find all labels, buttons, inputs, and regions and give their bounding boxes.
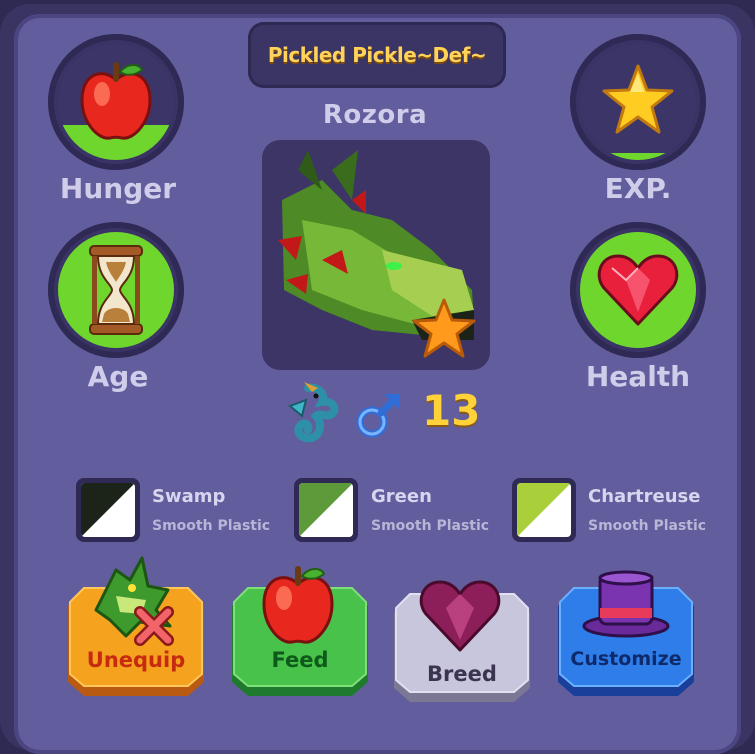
color-name-2: Green <box>371 486 432 507</box>
health-stat[interactable] <box>570 222 706 358</box>
age-label: Age <box>87 360 149 393</box>
exp-fill <box>580 153 696 160</box>
color-material-2: Smooth Plastic <box>371 518 490 534</box>
customize-label: Customize <box>570 648 682 670</box>
apple-icon <box>80 62 152 140</box>
color-material-1: Smooth Plastic <box>152 518 271 534</box>
star-icon <box>602 64 674 134</box>
exp-label: EXP. <box>604 172 672 205</box>
dragon-portrait-image <box>278 150 476 358</box>
age-stat[interactable] <box>48 222 184 358</box>
unequip-label: Unequip <box>86 648 186 672</box>
unequip-button[interactable]: Unequip <box>66 556 206 696</box>
heart-gem-icon <box>419 580 501 652</box>
breed-label: Breed <box>427 662 497 686</box>
title-plate: Pickled Pickle~Def~ <box>248 22 506 88</box>
breed-button[interactable]: Breed <box>392 580 532 702</box>
feed-label: Feed <box>271 648 329 672</box>
swatch-3 <box>517 483 571 537</box>
hunger-stat[interactable] <box>48 34 184 170</box>
male-gender-icon <box>356 394 400 438</box>
remove-x-icon <box>134 606 174 646</box>
health-label: Health <box>585 360 691 393</box>
pet-title: Pickled Pickle~Def~ <box>267 43 487 67</box>
color-slot-3[interactable] <box>512 478 576 542</box>
hourglass-icon <box>89 245 143 335</box>
pet-name: Rozora <box>322 100 428 130</box>
color-material-3: Smooth Plastic <box>588 518 707 534</box>
pet-portrait <box>262 140 490 370</box>
color-name-3: Chartreuse <box>588 486 701 507</box>
feed-button[interactable]: Feed <box>230 566 370 696</box>
dragon-species-icon <box>288 382 339 443</box>
exp-stat[interactable] <box>570 34 706 170</box>
heart-icon <box>597 254 679 326</box>
apple-icon <box>262 566 334 644</box>
pet-age-value: 13 <box>422 386 481 435</box>
swatch-2 <box>299 483 353 537</box>
top-hat-icon <box>582 570 670 638</box>
swatch-1 <box>81 483 135 537</box>
customize-button[interactable]: Customize <box>556 570 696 696</box>
color-name-1: Swamp <box>152 486 226 507</box>
hunger-label: Hunger <box>59 172 177 205</box>
color-slot-2[interactable] <box>294 478 358 542</box>
color-slot-1[interactable] <box>76 478 140 542</box>
